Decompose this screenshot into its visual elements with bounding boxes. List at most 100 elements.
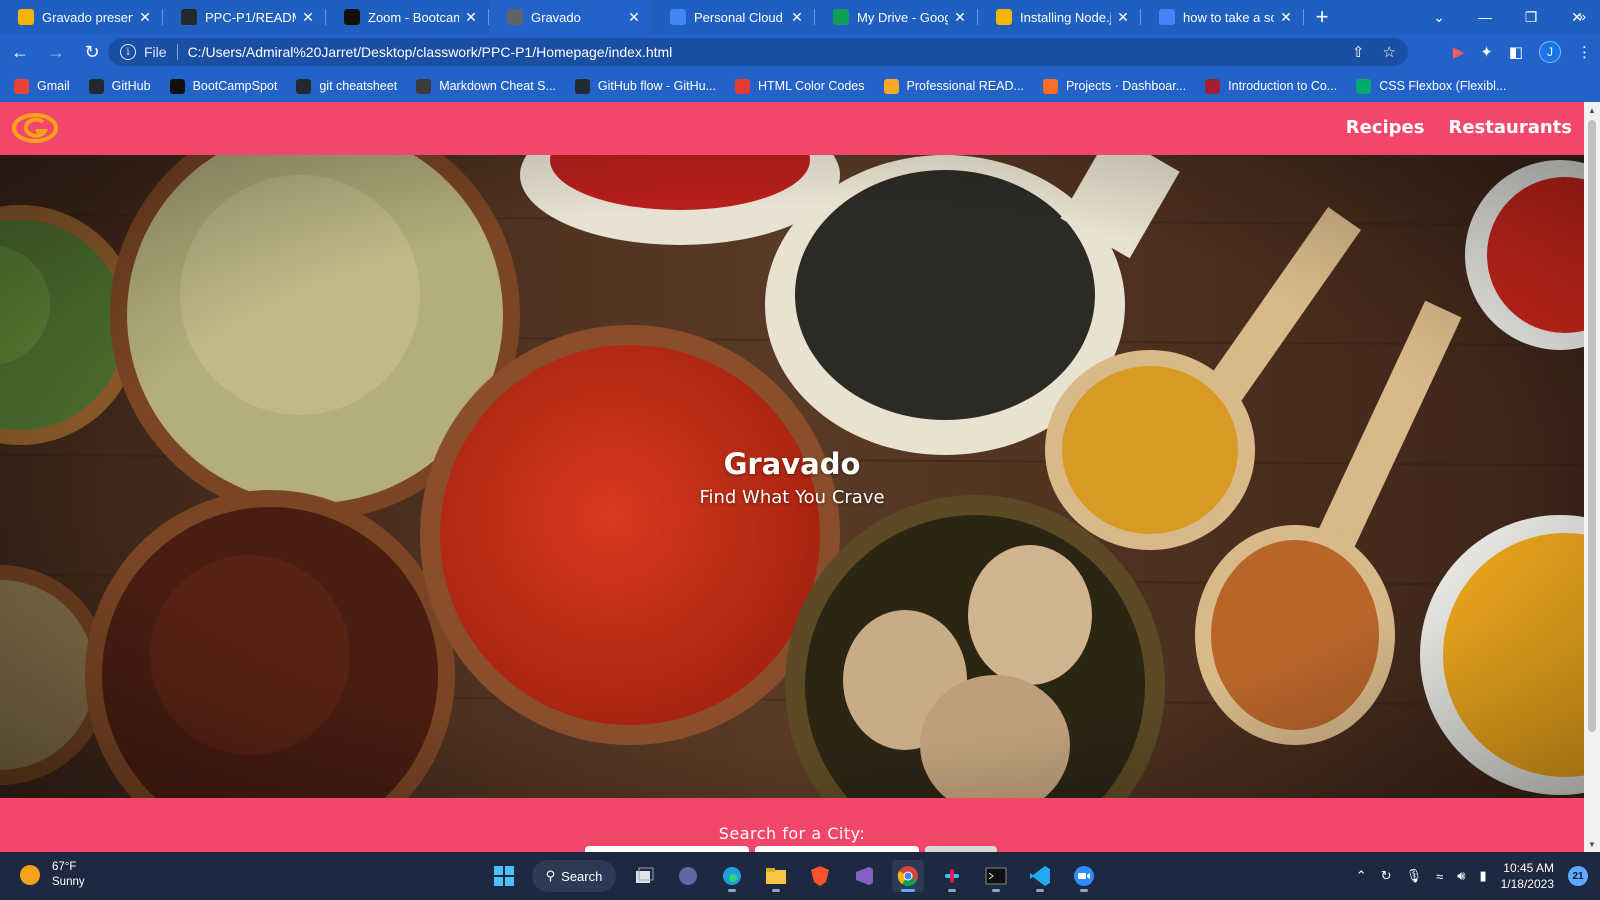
address-actions: ⇧ ☆ bbox=[1352, 43, 1396, 61]
bookmark-label: GitHub bbox=[111, 79, 151, 93]
sync-icon[interactable]: ↻ bbox=[1381, 868, 1392, 884]
url-text[interactable]: C:/Users/Admiral%20Jarret/Desktop/classw… bbox=[188, 44, 673, 60]
zoom-icon[interactable] bbox=[1068, 860, 1100, 892]
minimize-button[interactable]: — bbox=[1462, 0, 1508, 34]
system-tray: ⌃ ↻ 🎙︎ ≈ 🔊︎ ▮ 10:45 AM 1/18/2023 21 bbox=[1356, 858, 1588, 894]
task-view-icon[interactable] bbox=[628, 860, 660, 892]
vscode-icon[interactable] bbox=[1024, 860, 1056, 892]
markdown-icon bbox=[416, 78, 432, 94]
bookmark-item[interactable]: git cheatsheet bbox=[296, 78, 397, 94]
slack-icon[interactable] bbox=[936, 860, 968, 892]
microphone-icon[interactable]: 🎙︎ bbox=[1406, 868, 1423, 884]
file-explorer-icon[interactable] bbox=[760, 860, 792, 892]
google-icon bbox=[670, 9, 686, 25]
city-search-section: Search for a City: bbox=[0, 798, 1584, 852]
bookmark-item[interactable]: BootCampSpot bbox=[169, 78, 277, 94]
hero-title: Gravado bbox=[723, 447, 861, 481]
teams-icon[interactable] bbox=[672, 860, 704, 892]
reload-button[interactable]: ↻ bbox=[76, 36, 108, 68]
tab-strip: Gravado presentati✕PPC-P1/README.m✕Zoom … bbox=[0, 0, 1600, 34]
bookmark-item[interactable]: Gmail bbox=[14, 78, 70, 94]
hero-subtitle: Find What You Crave bbox=[699, 487, 885, 508]
notification-badge[interactable]: 21 bbox=[1568, 866, 1588, 886]
show-hidden-icons-icon[interactable]: ⌃ bbox=[1356, 868, 1367, 884]
profile-avatar[interactable]: J bbox=[1539, 41, 1561, 63]
toolbar-extensions: ▶ ✦ ◧ J ⋮ bbox=[1453, 38, 1592, 66]
bookmark-item[interactable]: HTML Color Codes bbox=[735, 78, 865, 94]
window-controls: ⌄ — ❐ ✕ bbox=[1416, 0, 1600, 34]
tab-list: Gravado presentati✕PPC-P1/README.m✕Zoom … bbox=[0, 0, 1304, 34]
close-tab-icon[interactable]: ✕ bbox=[1278, 9, 1294, 26]
edge-icon[interactable] bbox=[716, 860, 748, 892]
clock-date: 1/18/2023 bbox=[1500, 877, 1554, 891]
search-city-label: Search for a City: bbox=[718, 824, 866, 843]
close-tab-icon[interactable]: ✕ bbox=[463, 9, 479, 26]
info-icon[interactable]: i bbox=[120, 44, 136, 60]
recording-extension-icon[interactable]: ▶ bbox=[1453, 43, 1465, 61]
bookmark-label: HTML Color Codes bbox=[758, 79, 865, 93]
tab-search-icon[interactable]: ⌄ bbox=[1416, 0, 1462, 34]
nav-recipes-link[interactable]: Recipes bbox=[1346, 117, 1425, 138]
chrome-icon[interactable] bbox=[892, 860, 924, 892]
search-icon: ⚲ bbox=[545, 868, 556, 883]
close-tab-icon[interactable]: ✕ bbox=[1115, 9, 1131, 26]
browser-tab[interactable]: Gravado presentati✕ bbox=[0, 0, 163, 34]
bookmark-item[interactable]: GitHub flow - GitHu... bbox=[574, 78, 716, 94]
scroll-down-icon[interactable]: ▼ bbox=[1584, 836, 1600, 852]
brave-icon[interactable] bbox=[804, 860, 836, 892]
menu-kebab-icon[interactable]: ⋮ bbox=[1577, 43, 1592, 61]
restore-button[interactable]: ❐ bbox=[1508, 0, 1554, 34]
bookmark-item[interactable]: Markdown Cheat S... bbox=[416, 78, 556, 94]
system-clock[interactable]: 10:45 AM 1/18/2023 bbox=[1501, 860, 1554, 892]
weather-widget[interactable]: 67°F Sunny bbox=[20, 860, 85, 890]
browser-tab[interactable]: My Drive - Google✕ bbox=[815, 0, 978, 34]
volume-icon[interactable]: 🔊︎ bbox=[1457, 868, 1465, 884]
gravado-logo-icon[interactable] bbox=[12, 112, 58, 144]
battery-icon[interactable]: ▮ bbox=[1479, 868, 1486, 884]
bookmark-label: Markdown Cheat S... bbox=[439, 79, 556, 93]
visual-studio-icon[interactable] bbox=[848, 860, 880, 892]
bookmark-item[interactable]: CSS Flexbox (Flexibl... bbox=[1356, 78, 1506, 94]
close-tab-icon[interactable]: ✕ bbox=[789, 9, 805, 26]
taskbar-apps: ⚲ Search bbox=[488, 858, 1100, 894]
browser-tab[interactable]: how to take a scre✕ bbox=[1141, 0, 1304, 34]
close-tab-icon[interactable]: ✕ bbox=[952, 9, 968, 26]
bookmark-item[interactable]: Introduction to Co... bbox=[1205, 78, 1337, 94]
close-tab-icon[interactable]: ✕ bbox=[626, 9, 642, 26]
page-viewport: Recipes Restaurants Gravado Find What Yo… bbox=[0, 102, 1584, 852]
browser-tab[interactable]: PPC-P1/README.m✕ bbox=[163, 0, 326, 34]
forward-button[interactable]: → bbox=[40, 36, 72, 68]
browser-tab[interactable]: Gravado ✕ bbox=[489, 0, 652, 34]
bookmark-item[interactable]: Projects · Dashboar... bbox=[1042, 78, 1187, 94]
readme-icon bbox=[883, 78, 899, 94]
tab-title: Installing Node.js bbox=[1020, 9, 1111, 25]
address-bar[interactable]: i File C:/Users/Admiral%20Jarret/Desktop… bbox=[108, 38, 1408, 66]
browser-tab[interactable]: Installing Node.js ✕ bbox=[978, 0, 1141, 34]
terminal-icon[interactable] bbox=[980, 860, 1012, 892]
tab-title: Gravado presentati bbox=[42, 9, 133, 25]
start-icon[interactable] bbox=[488, 860, 520, 892]
back-button[interactable]: ← bbox=[4, 36, 36, 68]
close-window-button[interactable]: ✕ bbox=[1554, 0, 1600, 34]
extensions-puzzle-icon[interactable]: ✦ bbox=[1480, 43, 1493, 61]
close-tab-icon[interactable]: ✕ bbox=[137, 9, 153, 26]
side-panel-icon[interactable]: ◧ bbox=[1509, 43, 1523, 61]
page-scrollbar[interactable]: ▲ ▼ bbox=[1584, 102, 1600, 852]
bookmark-label: Projects · Dashboar... bbox=[1065, 79, 1187, 93]
bookmark-item[interactable]: Professional READ... bbox=[883, 78, 1024, 94]
nav-restaurants-link[interactable]: Restaurants bbox=[1448, 117, 1572, 138]
taskbar-search-button[interactable]: ⚲ Search bbox=[532, 860, 616, 892]
bookmark-item[interactable]: GitHub bbox=[88, 78, 151, 94]
scrollbar-thumb[interactable] bbox=[1588, 120, 1596, 732]
bookmark-label: GitHub flow - GitHu... bbox=[597, 79, 716, 93]
bookmark-star-icon[interactable]: ☆ bbox=[1383, 43, 1396, 61]
new-tab-button[interactable]: + bbox=[1304, 0, 1340, 34]
share-icon[interactable]: ⇧ bbox=[1352, 43, 1365, 61]
bootcamp-icon bbox=[344, 9, 360, 25]
wifi-icon[interactable]: ≈ bbox=[1436, 869, 1443, 884]
close-tab-icon[interactable]: ✕ bbox=[300, 9, 316, 26]
scroll-up-icon[interactable]: ▲ bbox=[1584, 102, 1600, 118]
bookmarks-overflow-icon[interactable]: » bbox=[1578, 8, 1586, 24]
browser-tab[interactable]: Personal Cloud Sto✕ bbox=[652, 0, 815, 34]
browser-tab[interactable]: Zoom - Bootcamp✕ bbox=[326, 0, 489, 34]
